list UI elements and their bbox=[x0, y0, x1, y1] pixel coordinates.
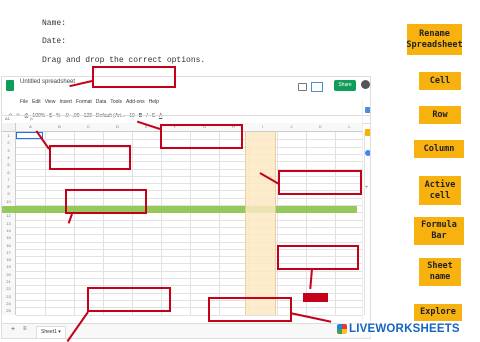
option-column[interactable]: Column bbox=[414, 140, 464, 158]
instruction-text: Drag and drop the correct options. bbox=[42, 56, 206, 65]
sheet-tab-label: Sheet1 bbox=[41, 329, 57, 335]
row-header[interactable]: 20 bbox=[2, 271, 15, 278]
add-addon-icon[interactable]: + bbox=[365, 185, 369, 191]
row-header[interactable]: 6 bbox=[2, 169, 15, 176]
present-icon[interactable] bbox=[311, 82, 323, 92]
row-header[interactable]: 14 bbox=[2, 227, 15, 234]
comments-icon[interactable] bbox=[298, 83, 307, 91]
row-header[interactable]: 9 bbox=[2, 190, 15, 197]
fx-icon: fx bbox=[30, 116, 33, 121]
drop-target-row[interactable] bbox=[65, 189, 147, 214]
corner-cell[interactable] bbox=[2, 123, 16, 132]
cell-ref[interactable]: A1 bbox=[5, 116, 10, 121]
drop-target-formula[interactable] bbox=[160, 124, 243, 149]
row-header[interactable]: 16 bbox=[2, 242, 15, 249]
row-header-bar: 1234567891011121314151617181920212223242… bbox=[2, 132, 16, 315]
active-cell-marker bbox=[303, 293, 328, 302]
row-header[interactable]: 4 bbox=[2, 154, 15, 161]
row-header[interactable]: 8 bbox=[2, 183, 15, 190]
row-header[interactable]: 24 bbox=[2, 300, 15, 307]
row-header[interactable]: 23 bbox=[2, 293, 15, 300]
grid-line bbox=[16, 241, 362, 243]
tasks-icon[interactable] bbox=[365, 150, 370, 156]
date-label: Date: bbox=[42, 37, 67, 46]
grid-line bbox=[335, 132, 336, 315]
grid-line bbox=[190, 132, 191, 315]
row-header[interactable]: 3 bbox=[2, 147, 15, 154]
add-sheet-button[interactable]: + bbox=[11, 326, 15, 333]
row-header[interactable]: 18 bbox=[2, 256, 15, 263]
row-header[interactable]: 1 bbox=[2, 132, 15, 139]
all-sheets-button[interactable]: ≡ bbox=[23, 326, 27, 332]
row-header[interactable]: 21 bbox=[2, 278, 15, 285]
sheet-tab[interactable]: Sheet1 ▾ bbox=[36, 326, 66, 338]
row-header[interactable]: 25 bbox=[2, 307, 15, 314]
liveworksheets-logo-icon bbox=[337, 324, 347, 334]
option-cell[interactable]: Cell bbox=[419, 72, 461, 90]
highlighted-row[interactable] bbox=[2, 206, 357, 213]
option-formula-bar[interactable]: Formula Bar bbox=[414, 217, 464, 245]
drop-target-cell[interactable] bbox=[49, 145, 131, 170]
row-header[interactable]: 2 bbox=[2, 139, 15, 146]
grid-line bbox=[16, 226, 362, 228]
grid-line bbox=[277, 132, 278, 315]
drop-target-active[interactable] bbox=[277, 245, 359, 270]
doc-title[interactable]: Untitled spreadsheet bbox=[20, 79, 75, 85]
share-button[interactable]: Share bbox=[334, 80, 356, 91]
side-panel: + bbox=[362, 99, 370, 319]
logo-text: LIVEWORKSHEETS bbox=[349, 323, 460, 335]
liveworksheets-logo: LIVEWORKSHEETS bbox=[337, 321, 479, 337]
sheet-tabs-bar: + ≡ Sheet1 ▾ bbox=[2, 323, 370, 338]
drop-target-column[interactable] bbox=[278, 170, 362, 195]
grid-line bbox=[16, 307, 362, 309]
drop-target-explore[interactable] bbox=[208, 297, 292, 322]
sheets-logo-icon bbox=[6, 80, 14, 91]
column-header[interactable]: J bbox=[277, 123, 306, 131]
grid-line bbox=[16, 234, 362, 236]
column-header[interactable]: I bbox=[248, 123, 277, 131]
row-header[interactable]: 15 bbox=[2, 234, 15, 241]
option-sheet-name[interactable]: Sheet name bbox=[419, 258, 461, 286]
column-header[interactable]: B bbox=[45, 123, 74, 131]
option-active-cell[interactable]: Active cell bbox=[419, 176, 461, 205]
row-header[interactable]: 12 bbox=[2, 212, 15, 219]
column-header[interactable]: D bbox=[103, 123, 132, 131]
formula-input[interactable] bbox=[38, 117, 358, 122]
column-header[interactable]: C bbox=[74, 123, 103, 131]
row-header[interactable]: 13 bbox=[2, 220, 15, 227]
drop-target-title[interactable] bbox=[92, 66, 176, 88]
row-header[interactable]: 10 bbox=[2, 198, 15, 205]
option-rename-spreadsheet[interactable]: Rename Spreadsheet bbox=[406, 24, 463, 55]
column-header[interactable]: L bbox=[335, 123, 364, 131]
option-explore[interactable]: Explore bbox=[414, 304, 462, 321]
grid-line bbox=[45, 132, 46, 315]
option-row[interactable]: Row bbox=[419, 106, 461, 124]
column-header[interactable]: A bbox=[16, 123, 45, 131]
calendar-icon[interactable] bbox=[365, 107, 370, 113]
avatar[interactable] bbox=[361, 80, 370, 89]
row-header[interactable]: 7 bbox=[2, 176, 15, 183]
grid-line bbox=[219, 132, 220, 315]
column-header[interactable]: K bbox=[306, 123, 335, 131]
row-header[interactable]: 17 bbox=[2, 249, 15, 256]
row-header[interactable]: 5 bbox=[2, 161, 15, 168]
row-header[interactable]: 22 bbox=[2, 285, 15, 292]
drop-target-sheet[interactable] bbox=[87, 287, 171, 312]
name-label: Name: bbox=[42, 19, 67, 28]
row-header[interactable]: 19 bbox=[2, 263, 15, 270]
highlighted-column[interactable] bbox=[245, 132, 276, 315]
grid-line bbox=[306, 132, 307, 315]
keep-icon[interactable] bbox=[365, 129, 370, 136]
